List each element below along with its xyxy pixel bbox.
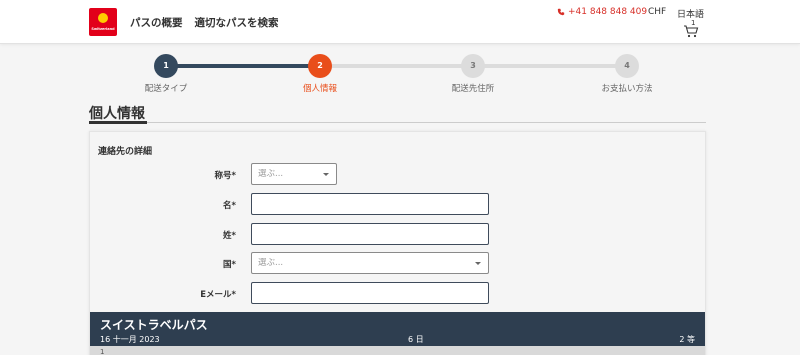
pass-summary-header: スイストラベルパス 16 十一月 2023 6 日 2 等 — [90, 312, 705, 346]
nav-pass-overview[interactable]: パスの概要 — [130, 15, 183, 30]
first-name-field[interactable] — [251, 193, 489, 217]
step-4-label: お支払い方法 — [601, 84, 653, 94]
phone-link[interactable]: +41 848 848 409 — [557, 7, 647, 17]
step-4-circle: 4 — [615, 54, 639, 78]
step-1-label: 配送タイプ — [144, 84, 188, 94]
contact-section-title: 連絡先の詳細 — [98, 147, 153, 157]
page-title: 個人情報 — [89, 106, 145, 122]
pass-days: 6 日 — [408, 335, 424, 344]
step-3-circle: 3 — [461, 54, 485, 78]
main-nav: パスの概要 適切なパスを検索 — [130, 15, 279, 30]
pass-class: 2 等 — [679, 335, 695, 344]
last-name-label: 姓* — [223, 231, 236, 241]
checkout-stepper: 1 2 3 4 配送タイプ 個人情報 配送先住所 お支払い方法 — [0, 52, 800, 96]
country-select[interactable]: 選ぶ... — [251, 252, 489, 274]
step-1-circle[interactable]: 1 — [154, 54, 178, 78]
chevron-down-icon — [475, 262, 481, 265]
step-2-circle[interactable]: 2 — [308, 54, 332, 78]
nav-find-pass[interactable]: 適切なパスを検索 — [195, 15, 279, 30]
switzerland-logo[interactable]: Switzerland — [89, 8, 117, 36]
email-field[interactable] — [251, 282, 489, 306]
country-select-placeholder: 選ぶ... — [258, 258, 284, 268]
last-name-field[interactable] — [251, 223, 489, 247]
site-header: Switzerland パスの概要 適切なパスを検索 +41 848 848 4… — [0, 0, 800, 44]
currency-selector[interactable]: CHF — [648, 7, 666, 17]
country-label: 国* — [223, 260, 236, 270]
title-divider — [89, 122, 706, 123]
title-select-placeholder: 選ぶ... — [258, 169, 284, 179]
title-select[interactable]: 選ぶ... — [251, 163, 337, 185]
pass-date: 16 十一月 2023 — [100, 335, 160, 344]
email-input[interactable] — [252, 286, 488, 306]
pass-name: スイストラベルパス — [100, 318, 208, 332]
phone-number: +41 848 848 409 — [568, 7, 648, 17]
first-name-label: 名* — [223, 201, 236, 211]
last-name-input[interactable] — [252, 227, 488, 247]
email-label: Eメール* — [200, 290, 236, 300]
title-underline — [89, 121, 147, 124]
pass-subrow-text: 1 — [100, 348, 105, 355]
title-label: 称号* — [214, 171, 236, 181]
logo-text: Switzerland — [91, 27, 115, 31]
step-3-label: 配送先住所 — [451, 84, 495, 94]
step-line-completed — [166, 64, 320, 68]
phone-icon — [557, 8, 565, 16]
pass-subrow: 1 — [90, 346, 705, 355]
cart-icon — [684, 25, 699, 38]
cart-button[interactable]: 1 — [683, 19, 701, 39]
first-name-input[interactable] — [252, 197, 488, 217]
chevron-down-icon — [323, 173, 329, 176]
step-2-label: 個人情報 — [302, 84, 337, 94]
sun-icon — [98, 13, 108, 23]
